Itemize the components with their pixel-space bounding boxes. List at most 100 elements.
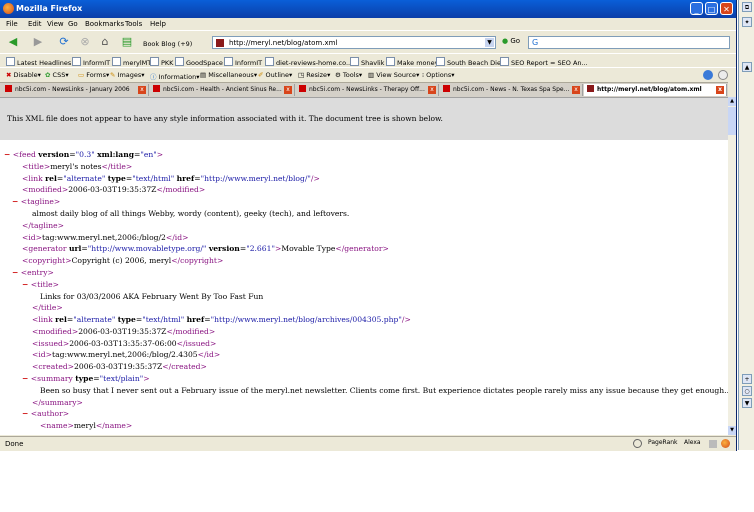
tab-active[interactable]: http://meryl.net/blog/atom.xml x (584, 84, 727, 96)
images-icon: ✎ (110, 71, 116, 79)
tools-icon: ⚙ (335, 71, 341, 79)
sidebar-icon[interactable]: ▤ (119, 34, 135, 50)
webdev-images[interactable]: ✎ Images▾ (110, 71, 145, 79)
gear-icon[interactable]: ✦ (742, 17, 752, 27)
pagerank-icon (633, 439, 642, 448)
tab-close-icon[interactable]: x (428, 86, 436, 94)
back-icon[interactable]: ◀ (4, 34, 22, 50)
tab-3[interactable]: nbc5i.com - NewsLinks - Therapy Off... x (296, 84, 439, 96)
pagerank-label[interactable]: PageRank (648, 439, 678, 446)
xml-tagline-close: </tagline> (22, 221, 64, 230)
webdev-forms[interactable]: ▭ Forms▾ (78, 71, 109, 79)
reload-icon[interactable]: ⟳ (56, 34, 72, 50)
go-button[interactable]: ● Go (502, 37, 520, 45)
bookmark-item[interactable]: Shavlik (350, 57, 384, 67)
collapse-icon[interactable]: − (12, 197, 18, 206)
view-source-icon: ▥ (368, 71, 375, 79)
tab-close-icon[interactable]: x (716, 86, 724, 94)
xml-entry-id: <id>tag:www.meryl.net,2006:/blog/2.4305<… (32, 350, 221, 359)
outer-scroll-up-icon[interactable]: ▲ (742, 62, 752, 72)
tab-close-icon[interactable]: x (284, 86, 292, 94)
tab-close-icon[interactable]: x (138, 86, 146, 94)
xml-link: <link rel="alternate" type="text/html" h… (22, 174, 320, 183)
search-engine-icon[interactable]: G (532, 38, 538, 47)
xml-entry-issued: <issued>2006-03-03T13:35:37-06:00</issue… (32, 339, 217, 348)
alexa-label[interactable]: Alexa (684, 439, 701, 446)
collapse-icon[interactable]: − (22, 409, 28, 418)
menu-file[interactable]: File (6, 20, 18, 28)
minimize-button[interactable]: _ (690, 2, 703, 15)
xml-modified: <modified>2006-03-03T19:35:37Z</modified… (22, 185, 206, 194)
xml-entry-modified: <modified>2006-03-03T19:35:37Z</modified… (32, 327, 216, 336)
webdev-view-source[interactable]: ▥ View Source▾ (368, 71, 419, 79)
site-favicon-icon (216, 39, 224, 47)
outer-zoom-icon[interactable]: + (742, 374, 752, 384)
scroll-down-icon[interactable]: ▼ (728, 426, 736, 435)
forward-icon[interactable]: ▶ (30, 34, 46, 50)
xml-summary-close: </summary> (32, 398, 83, 407)
bookmark-item[interactable]: InformIT (224, 57, 262, 67)
tab-close-icon[interactable]: x (572, 86, 580, 94)
webdev-resize[interactable]: ◳ Resize▾ (298, 71, 330, 79)
webdev-disable[interactable]: ✖ Disable▾ (6, 71, 41, 79)
collapse-icon[interactable]: − (12, 268, 18, 277)
check-icon[interactable] (703, 70, 713, 80)
bookblog-button[interactable]: Book Blog (+9) (143, 40, 192, 48)
outer-scrollbar[interactable]: ⧉ ✦ ▲ + ○ ▼ (738, 0, 754, 450)
webdev-options[interactable]: ⁝ Options▾ (422, 71, 455, 79)
vertical-scrollbar[interactable]: ▲ ▼ (728, 97, 736, 435)
scroll-up-icon[interactable]: ▲ (728, 97, 736, 106)
bookmark-item[interactable]: Latest Headlines (6, 57, 71, 67)
bookmark-item[interactable]: South Beach Diet (436, 57, 504, 67)
tab-1[interactable]: nbc5i.com - NewsLinks - January 2006 x (2, 84, 149, 96)
bookmark-item[interactable]: InformIT (72, 57, 110, 67)
webdev-tools[interactable]: ⚙ Tools▾ (335, 71, 362, 79)
home-icon[interactable]: ⌂ (97, 34, 113, 50)
menu-bookmarks[interactable]: Bookmarks (85, 20, 124, 28)
menu-view[interactable]: View (47, 20, 64, 28)
restore-icon[interactable]: ⧉ (742, 2, 752, 12)
disable-icon: ✖ (6, 71, 12, 79)
search-input[interactable]: G (528, 36, 730, 49)
bookmark-item[interactable]: PKK (150, 57, 173, 67)
outline-icon: ✐ (258, 71, 264, 79)
xml-summary-open: − <summary type="text/plain"> (22, 374, 150, 383)
firefox-status-icon[interactable] (721, 439, 730, 448)
url-text[interactable]: http://meryl.net/blog/atom.xml (229, 39, 337, 47)
bookmark-item[interactable]: diet-reviews-home.co... (265, 57, 352, 67)
scroll-thumb[interactable] (728, 107, 736, 135)
validator-icon[interactable] (718, 70, 728, 80)
stop-icon[interactable]: ⊗ (77, 34, 93, 50)
webdev-outline[interactable]: ✐ Outline▾ (258, 71, 292, 79)
title-bar: Mozilla Firefox _ □ ✕ (0, 0, 736, 18)
bookmark-item[interactable]: merylMT (112, 57, 151, 67)
bookmark-item[interactable]: GoodSpace (175, 57, 223, 67)
tab-4[interactable]: nbc5i.com - News - N. Texas Spa Spe... x (440, 84, 583, 96)
maximize-button[interactable]: □ (705, 2, 718, 15)
collapse-icon[interactable]: − (4, 150, 10, 159)
webdev-css[interactable]: ✿ CSS▾ (45, 71, 69, 79)
settings-icon[interactable] (709, 440, 717, 448)
menu-go[interactable]: Go (68, 20, 78, 28)
xml-tagline-text: almost daily blog of all things Webby, w… (32, 209, 350, 218)
menu-tools[interactable]: Tools (125, 20, 142, 28)
webdev-information[interactable]: ⓘ Information▾ (150, 71, 199, 81)
menu-help[interactable]: Help (150, 20, 166, 28)
outer-scroll-down-icon[interactable]: ▼ (742, 398, 752, 408)
xml-title: <title>meryl's notes</title> (22, 162, 133, 171)
xml-author-name: <name>meryl</name> (40, 421, 133, 430)
outer-scroll-circle-icon[interactable]: ○ (742, 386, 752, 396)
bookmark-item[interactable]: Make money (386, 57, 438, 67)
url-bar[interactable]: http://meryl.net/blog/atom.xml ▼ (212, 36, 496, 49)
collapse-icon[interactable]: − (22, 280, 28, 289)
webdev-miscellaneous[interactable]: ▤ Miscellaneous▾ (200, 71, 257, 79)
xml-info-message: This XML file does not appear to have an… (7, 114, 443, 123)
tab-2[interactable]: nbc5i.com - Health - Ancient Sinus Re...… (150, 84, 295, 96)
css-icon: ✿ (45, 71, 51, 79)
menu-edit[interactable]: Edit (28, 20, 42, 28)
collapse-icon[interactable]: − (22, 374, 28, 383)
bookmark-item[interactable]: SEO Report = SEO An... (500, 57, 588, 67)
information-icon: ⓘ (150, 73, 157, 81)
close-button[interactable]: ✕ (720, 2, 733, 15)
url-dropdown-icon[interactable]: ▼ (485, 38, 494, 47)
